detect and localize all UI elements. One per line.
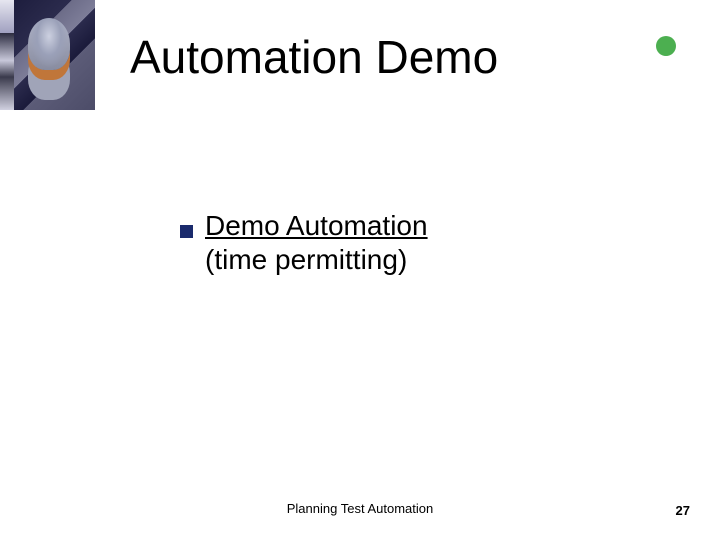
decorative-dot-icon xyxy=(656,36,676,56)
square-bullet-icon xyxy=(180,225,193,238)
slide-title: Automation Demo xyxy=(130,30,498,84)
bullet-list: Demo Automation (time permitting) xyxy=(180,210,428,276)
page-number: 27 xyxy=(676,503,690,518)
demo-automation-link[interactable]: Demo Automation xyxy=(205,210,428,242)
slide-thumbnail-image xyxy=(0,0,95,110)
footer-title: Planning Test Automation xyxy=(0,501,720,516)
bullet-subtext: (time permitting) xyxy=(205,244,428,276)
bullet-item: Demo Automation xyxy=(180,210,428,242)
